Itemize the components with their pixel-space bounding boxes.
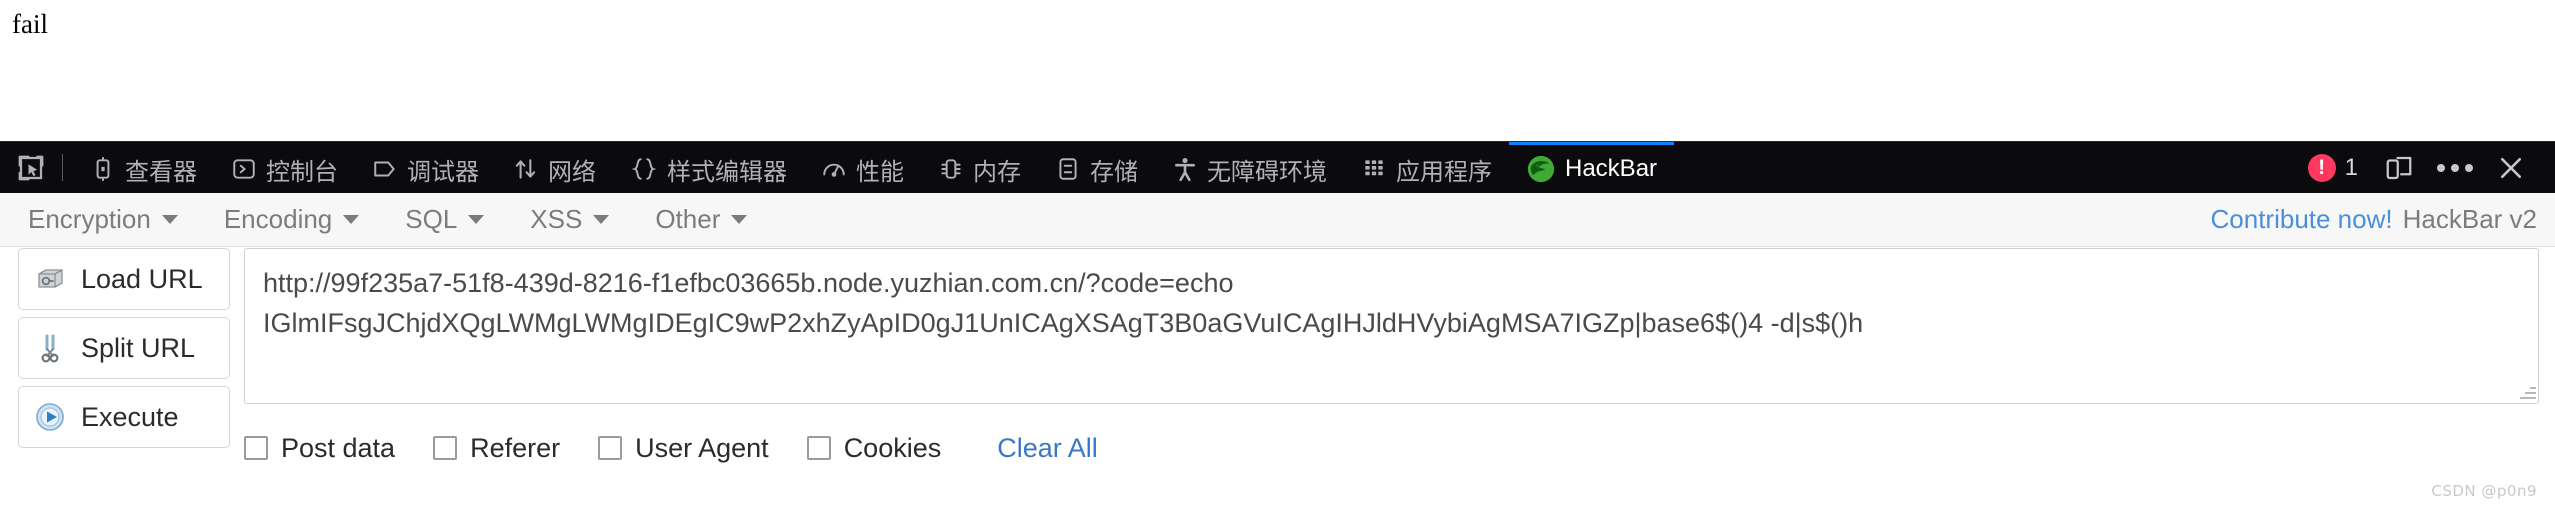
menu-label: Other xyxy=(655,204,721,234)
tab-style-editor[interactable]: 样式编辑器 xyxy=(613,142,804,193)
hackbar-panel: Encryption Encoding SQL XSS Other Contri… xyxy=(0,193,2555,505)
checkbox-label: User Agent xyxy=(635,432,769,463)
tab-label: 应用程序 xyxy=(1396,158,1492,186)
storage-icon xyxy=(1055,156,1081,182)
menu-other[interactable]: Other xyxy=(637,204,765,235)
menu-xss[interactable]: XSS xyxy=(512,204,627,235)
element-picker-button[interactable] xyxy=(0,142,62,193)
chevron-down-icon xyxy=(161,215,178,224)
execute-play-icon xyxy=(33,400,67,434)
meatball-menu-icon xyxy=(2437,163,2473,172)
browser-page-content: fail xyxy=(0,0,2555,141)
tab-label: HackBar xyxy=(1565,155,1658,182)
menu-label: Encoding xyxy=(223,204,333,234)
console-icon xyxy=(231,156,257,182)
button-label: Split URL xyxy=(81,332,196,363)
tab-label: 网络 xyxy=(548,158,596,186)
menu-encoding[interactable]: Encoding xyxy=(206,204,377,235)
contribute-link[interactable]: Contribute now! xyxy=(2211,204,2393,235)
tab-application[interactable]: 应用程序 xyxy=(1344,142,1509,193)
tab-performance[interactable]: 性能 xyxy=(804,142,921,193)
load-url-icon xyxy=(33,262,67,296)
checkbox-referer[interactable]: Referer xyxy=(433,433,560,464)
devtools-more-button[interactable] xyxy=(2427,142,2483,194)
url-input[interactable] xyxy=(244,248,2539,404)
hackbar-firefox-icon xyxy=(1526,154,1556,184)
button-label: Load URL xyxy=(81,263,203,294)
devtools-toolbar-controls: ! 1 xyxy=(2296,142,2555,193)
checkbox-label: Post data xyxy=(281,432,396,463)
chevron-down-icon xyxy=(593,215,610,224)
network-icon xyxy=(513,156,539,182)
error-count-label: 1 xyxy=(2344,153,2358,181)
responsive-design-mode-icon xyxy=(2386,156,2412,179)
error-icon: ! xyxy=(2307,153,2336,182)
tab-label: 性能 xyxy=(856,158,904,186)
checkbox-box-icon xyxy=(244,436,268,460)
url-textarea-container xyxy=(244,248,2539,404)
tab-console[interactable]: 控制台 xyxy=(214,142,355,193)
split-url-button[interactable]: Split URL xyxy=(18,317,230,379)
hackbar-version-label: HackBar v2 xyxy=(2402,204,2537,234)
menu-label: XSS xyxy=(530,204,583,234)
split-url-scissors-icon xyxy=(33,331,67,365)
tab-accessibility[interactable]: 无障碍环境 xyxy=(1155,142,1344,193)
devtools-toolbar: 查看器 控制台 调试器 网络 样式编辑器 性能 内存 存储 无障碍环境 应用程序… xyxy=(0,141,2555,193)
tab-label: 内存 xyxy=(973,158,1021,186)
devtools-tab-list: 查看器 控制台 调试器 网络 样式编辑器 性能 内存 存储 无障碍环境 应用程序… xyxy=(63,142,2296,193)
performance-icon xyxy=(821,156,847,182)
accessibility-icon xyxy=(1172,156,1198,182)
menu-encryption[interactable]: Encryption xyxy=(10,204,196,235)
tab-label: 控制台 xyxy=(266,158,338,186)
tab-label: 查看器 xyxy=(125,158,197,186)
csdn-watermark: CSDN @p0n9 xyxy=(2431,482,2537,500)
clear-all-link[interactable]: Clear All xyxy=(997,433,1098,464)
element-picker-icon xyxy=(18,155,44,180)
tab-storage[interactable]: 存储 xyxy=(1038,142,1155,193)
page-response-text: fail xyxy=(12,9,48,39)
hackbar-body: Load URL Split URL Execute http://99f235… xyxy=(0,248,2555,505)
hackbar-action-buttons: Load URL Split URL Execute xyxy=(18,248,230,455)
tab-debugger[interactable]: 调试器 xyxy=(355,142,496,193)
responsive-design-mode-button[interactable] xyxy=(2371,142,2427,194)
debugger-icon xyxy=(372,156,398,182)
style-editor-icon xyxy=(630,156,658,182)
chevron-down-icon xyxy=(343,215,360,224)
menu-label: SQL xyxy=(405,204,458,234)
checkbox-post-data[interactable]: Post data xyxy=(244,433,395,464)
checkbox-user-agent[interactable]: User Agent xyxy=(598,433,769,464)
tab-inspector[interactable]: 查看器 xyxy=(73,142,214,193)
tab-label: 调试器 xyxy=(407,158,479,186)
checkbox-box-icon xyxy=(433,436,458,460)
hackbar-options-row: Post data Referer User Agent Cookies Cle… xyxy=(244,418,2539,478)
tab-label: 样式编辑器 xyxy=(667,158,787,186)
tab-label: 存储 xyxy=(1090,158,1138,186)
hackbar-menubar: Encryption Encoding SQL XSS Other Contri… xyxy=(0,193,2555,247)
execute-button[interactable]: Execute xyxy=(18,386,230,448)
checkbox-box-icon xyxy=(806,436,831,460)
memory-icon xyxy=(938,156,964,182)
error-count-badge[interactable]: ! 1 xyxy=(2296,153,2370,182)
button-label: Execute xyxy=(81,401,179,432)
chevron-down-icon xyxy=(731,215,748,224)
chevron-down-icon xyxy=(468,215,485,224)
hackbar-menubar-right: Contribute now! HackBar v2 xyxy=(2211,204,2538,235)
checkbox-box-icon xyxy=(598,436,623,460)
tab-memory[interactable]: 内存 xyxy=(921,142,1038,193)
load-url-button[interactable]: Load URL xyxy=(18,248,230,310)
inspector-icon xyxy=(90,156,116,182)
devtools-close-button[interactable] xyxy=(2483,142,2539,194)
close-icon xyxy=(2500,157,2522,178)
tab-network[interactable]: 网络 xyxy=(496,142,613,193)
tab-label: 无障碍环境 xyxy=(1207,158,1327,186)
menu-sql[interactable]: SQL xyxy=(387,204,502,235)
checkbox-label: Cookies xyxy=(843,432,942,463)
menu-label: Encryption xyxy=(28,204,151,234)
checkbox-label: Referer xyxy=(470,432,561,463)
checkbox-cookies[interactable]: Cookies xyxy=(806,432,942,464)
application-icon xyxy=(1361,156,1387,182)
tab-hackbar[interactable]: HackBar xyxy=(1509,142,1675,193)
